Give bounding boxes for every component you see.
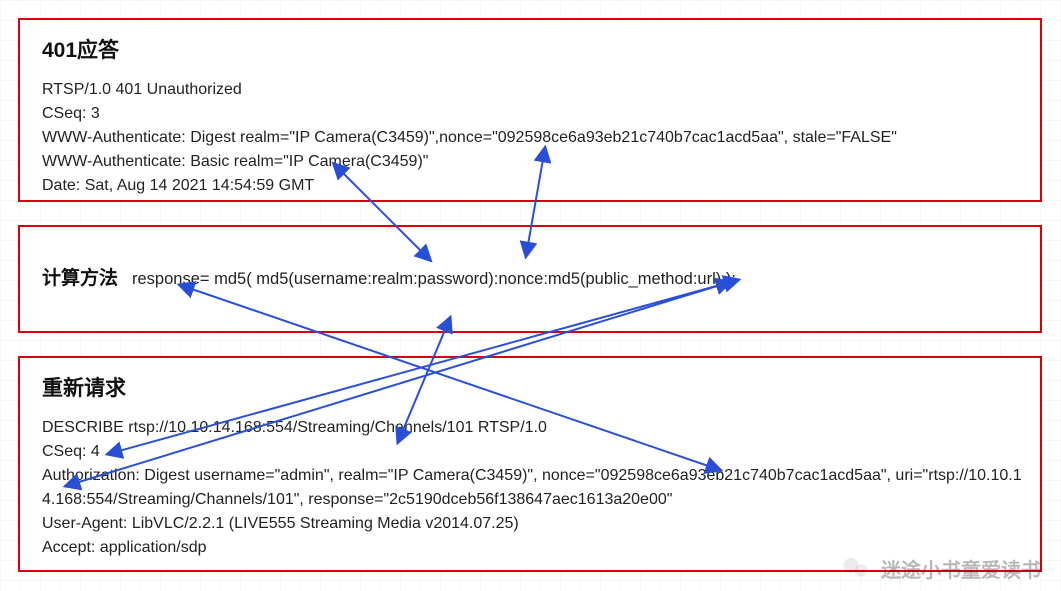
response-401-box: 401应答 RTSP/1.0 401 Unauthorized CSeq: 3 … [18,18,1042,202]
box3-line-0: DESCRIBE rtsp://10.10.14.168:554/Streami… [42,416,1022,440]
formula-text: response= md5( md5(username:realm:passwo… [132,270,736,289]
box1-line-1: CSeq: 3 [42,102,1022,126]
box1-line-0: RTSP/1.0 401 Unauthorized [42,78,1022,102]
box3-line-2: Authorization: Digest username="admin", … [42,464,1022,512]
box1-line-4: Date: Sat, Aug 14 2021 14:54:59 GMT [42,174,1022,198]
box1-line-2: WWW-Authenticate: Digest realm="IP Camer… [42,126,1022,150]
calculation-method-box: 计算方法 response= md5( md5(username:realm:p… [18,225,1042,333]
box3-line-1: CSeq: 4 [42,440,1022,464]
box3-line-3: User-Agent: LibVLC/2.2.1 (LIVE555 Stream… [42,512,1022,536]
box1-line-3: WWW-Authenticate: Basic realm="IP Camera… [42,150,1022,174]
box1-title: 401应答 [42,34,1022,64]
box3-title: 重新请求 [42,372,1022,402]
box3-line-4: Accept: application/sdp [42,536,1022,560]
re-request-box: 重新请求 DESCRIBE rtsp://10.10.14.168:554/St… [18,356,1042,572]
formula-label: 计算方法 [42,263,118,290]
